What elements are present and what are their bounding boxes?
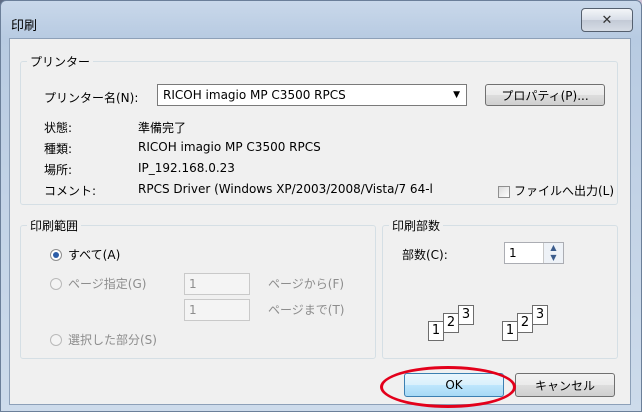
comment-label: コメント: xyxy=(44,184,97,198)
page-from-suffix: ページから(F) xyxy=(268,277,345,291)
radio-pages-label[interactable]: ページ指定(G) xyxy=(68,275,146,292)
print-range-label: 印刷範囲 xyxy=(30,219,79,233)
copies-label: 部数(C): xyxy=(402,248,448,262)
status-value: 準備完了 xyxy=(138,121,187,135)
spin-up-icon[interactable]: ▲ xyxy=(544,243,563,253)
status-label: 状態: xyxy=(44,121,73,135)
dialog-title: 印刷 xyxy=(11,19,38,34)
close-icon: ✕ xyxy=(601,12,613,28)
page-to-input[interactable]: 1 xyxy=(184,299,250,321)
collate-icon-set-2: 3 2 1 xyxy=(502,305,562,345)
close-button[interactable]: ✕ xyxy=(581,8,633,32)
copies-spinner[interactable]: ▲ ▼ xyxy=(543,243,563,263)
copies-group-label: 印刷部数 xyxy=(392,219,441,233)
type-label: 種類: xyxy=(44,142,73,156)
type-value: RICOH imagio MP C3500 RPCS xyxy=(138,140,321,154)
radio-selection-label[interactable]: 選択した部分(S) xyxy=(68,331,157,348)
page-from-input[interactable]: 1 xyxy=(184,273,250,295)
radio-pages[interactable] xyxy=(50,278,62,290)
location-label: 場所: xyxy=(44,163,73,177)
page-from-value: 1 xyxy=(189,277,197,291)
printer-select[interactable]: RICOH imagio MP C3500 RPCS ▼ xyxy=(157,84,467,106)
spin-down-icon[interactable]: ▼ xyxy=(544,253,563,263)
printer-group-label: プリンター xyxy=(30,55,91,69)
radio-selection[interactable] xyxy=(50,334,62,346)
collate-page: 2 xyxy=(517,313,533,333)
radio-all-label[interactable]: すべて(A) xyxy=(68,246,120,263)
page-to-suffix: ページまで(T) xyxy=(268,303,345,317)
copies-value: 1 xyxy=(509,246,517,260)
cancel-button[interactable]: キャンセル xyxy=(515,373,615,397)
copies-input[interactable]: 1 ▲ ▼ xyxy=(504,242,564,264)
location-value: IP_192.168.0.23 xyxy=(138,161,235,175)
properties-button[interactable]: プロパティ(P)... xyxy=(485,84,605,106)
radio-all[interactable] xyxy=(50,249,62,261)
collate-page: 2 xyxy=(443,313,459,333)
collate-page: 1 xyxy=(502,321,518,341)
ok-highlight-ellipse xyxy=(380,366,516,408)
printer-select-value: RICOH imagio MP C3500 RPCS xyxy=(163,88,346,102)
collate-page: 3 xyxy=(458,305,474,325)
collate-page: 1 xyxy=(428,321,444,341)
collate-icon-set-1: 3 2 1 xyxy=(428,305,488,345)
print-to-file-label[interactable]: ファイルへ出力(L) xyxy=(514,182,614,199)
dialog-client-area: プリンター プリンター名(N): RICOH imagio MP C3500 R… xyxy=(9,38,631,405)
comment-value: RPCS Driver (Windows XP/2003/2008/Vista/… xyxy=(138,182,433,196)
page-to-value: 1 xyxy=(189,303,197,317)
copies-group: 印刷部数 xyxy=(382,217,618,359)
print-to-file-checkbox[interactable] xyxy=(498,186,510,198)
print-dialog: 印刷 ✕ プリンター プリンター名(N): RICOH imagio MP C3… xyxy=(0,0,642,412)
printer-name-label: プリンター名(N): xyxy=(44,91,139,105)
chevron-down-icon: ▼ xyxy=(453,90,460,100)
collate-page: 3 xyxy=(532,305,548,325)
